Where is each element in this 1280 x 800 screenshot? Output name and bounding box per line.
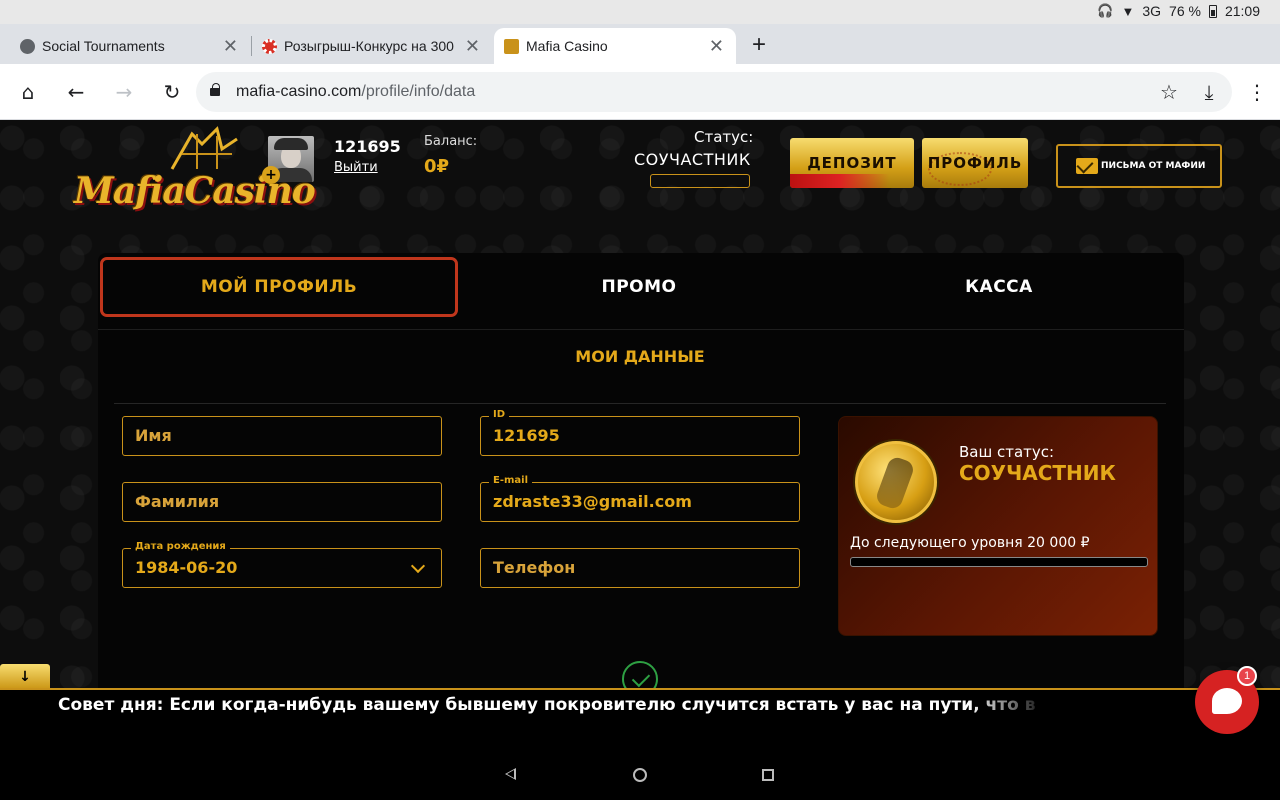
balance-value: 0₽	[424, 156, 450, 177]
divider	[114, 403, 1166, 404]
status-medal-icon	[855, 441, 937, 523]
nav-recents-icon[interactable]	[762, 769, 774, 781]
scroll-down-button[interactable]: ↓	[0, 664, 50, 688]
browser-tab-contest[interactable]: Розыгрыш-Конкурс на 300 ✕	[252, 28, 492, 64]
nav-back-icon[interactable]	[505, 768, 516, 780]
puppet-hand-icon	[170, 126, 238, 170]
site-viewport: MafiaCasino + 121695 Выйти Баланс: 0₽ Ст…	[0, 120, 1280, 688]
chat-bubble-icon	[1212, 688, 1242, 714]
forward-icon[interactable]: →	[110, 78, 138, 106]
browser-tab-social-tournaments[interactable]: Social Tournaments ✕	[10, 28, 250, 64]
battery-percent: 76 %	[1169, 3, 1201, 19]
last-name-field[interactable]: Фамилия	[122, 482, 442, 522]
browser-tab-mafia-casino[interactable]: Mafia Casino ✕	[494, 28, 736, 64]
level-progress-bar	[850, 557, 1148, 567]
profile-button[interactable]: ПРОФИЛЬ	[922, 138, 1028, 188]
browser-toolbar: ⌂ ← → ↻ mafia-casino.com/profile/info/da…	[0, 64, 1280, 120]
tab-promo[interactable]: ПРОМО	[460, 257, 818, 317]
android-nav-bar	[0, 744, 1280, 800]
status-value: СОУЧАСТНИК	[634, 150, 751, 169]
deposit-button[interactable]: ДЕПОЗИТ	[790, 138, 914, 188]
profile-panel: МОЙ ПРОФИЛЬ ПРОМО КАССА МОИ ДАННЫЕ Имя Ф…	[98, 253, 1184, 688]
status-progress-bar	[650, 174, 750, 188]
mafia-casino-favicon	[504, 38, 519, 54]
new-tab-icon[interactable]: +	[752, 31, 766, 59]
status-card-label: Ваш статус:	[959, 443, 1055, 461]
headphones-icon: 🎧	[1097, 3, 1114, 18]
user-id: 121695	[334, 137, 401, 156]
chat-unread-badge: 1	[1237, 666, 1257, 686]
close-icon[interactable]: ✕	[223, 36, 238, 57]
balance-label: Баланс:	[424, 134, 478, 149]
address-bar[interactable]: mafia-casino.com/profile/info/data	[196, 72, 1232, 112]
phone-field[interactable]: Телефон	[480, 548, 800, 588]
divider	[98, 329, 1184, 330]
chat-button[interactable]: 1	[1195, 666, 1259, 734]
tab-my-profile[interactable]: МОЙ ПРОФИЛЬ	[100, 257, 458, 317]
id-field: ID 121695	[480, 409, 800, 456]
mafia-casino-logo[interactable]: MafiaCasino	[74, 124, 316, 224]
tab-title: Розыгрыш-Конкурс на 300	[284, 38, 454, 54]
mafia-letters-button[interactable]: ПИСЬМА ОТ МАФИИ	[1056, 144, 1222, 188]
status-card: Ваш статус: СОУЧАСТНИК До следующего уро…	[838, 416, 1158, 636]
lock-icon	[210, 83, 220, 96]
tab-strip: Social Tournaments ✕ Розыгрыш-Конкурс на…	[0, 24, 1280, 64]
url-text[interactable]: mafia-casino.com/profile/info/data	[236, 83, 475, 101]
envelope-icon	[1076, 158, 1098, 174]
tab-cashier[interactable]: КАССА	[820, 257, 1178, 317]
close-icon[interactable]: ✕	[709, 36, 724, 57]
section-title: МОИ ДАННЫЕ	[575, 347, 705, 366]
clock: 21:09	[1224, 3, 1260, 19]
wifi-icon: ▼	[1121, 3, 1135, 19]
close-icon[interactable]: ✕	[465, 36, 480, 57]
download-icon[interactable]: ⤓	[1195, 78, 1223, 106]
ticker-text: Совет дня: Если когда-нибудь вашему бывш…	[58, 695, 1036, 715]
home-icon[interactable]: ⌂	[14, 78, 42, 106]
status-label: Статус:	[694, 128, 754, 146]
add-avatar-icon[interactable]: +	[262, 166, 280, 184]
globe-icon	[20, 38, 35, 54]
menu-dots-icon[interactable]: ⋮	[1243, 78, 1271, 106]
reload-icon[interactable]: ↻	[158, 78, 186, 106]
android-status-bar: 🎧 ▼ 3G 76 % 21:09	[0, 0, 1280, 24]
status-card-value: СОУЧАСТНИК	[959, 461, 1116, 485]
nav-home-icon[interactable]	[633, 768, 647, 782]
chevron-down-icon	[410, 558, 426, 574]
tab-title: Mafia Casino	[526, 38, 608, 54]
first-name-field[interactable]: Имя	[122, 416, 442, 456]
save-check-button[interactable]	[622, 661, 658, 688]
network-type: 3G	[1142, 3, 1162, 19]
tip-of-the-day-ticker: Совет дня: Если когда-нибудь вашему бывш…	[0, 688, 1280, 744]
next-level-text: До следующего уровня 20 000 ₽	[850, 535, 1090, 551]
birth-date-select[interactable]: Дата рождения 1984-06-20	[122, 541, 442, 588]
email-field[interactable]: E-mail zdraste33@gmail.com	[480, 475, 800, 522]
battery-icon	[1208, 4, 1217, 18]
tab-title: Social Tournaments	[42, 38, 165, 54]
poker-chip-icon	[262, 38, 277, 54]
bookmark-star-icon[interactable]: ☆	[1155, 78, 1183, 106]
logout-link[interactable]: Выйти	[334, 160, 378, 175]
back-icon[interactable]: ←	[62, 78, 90, 106]
